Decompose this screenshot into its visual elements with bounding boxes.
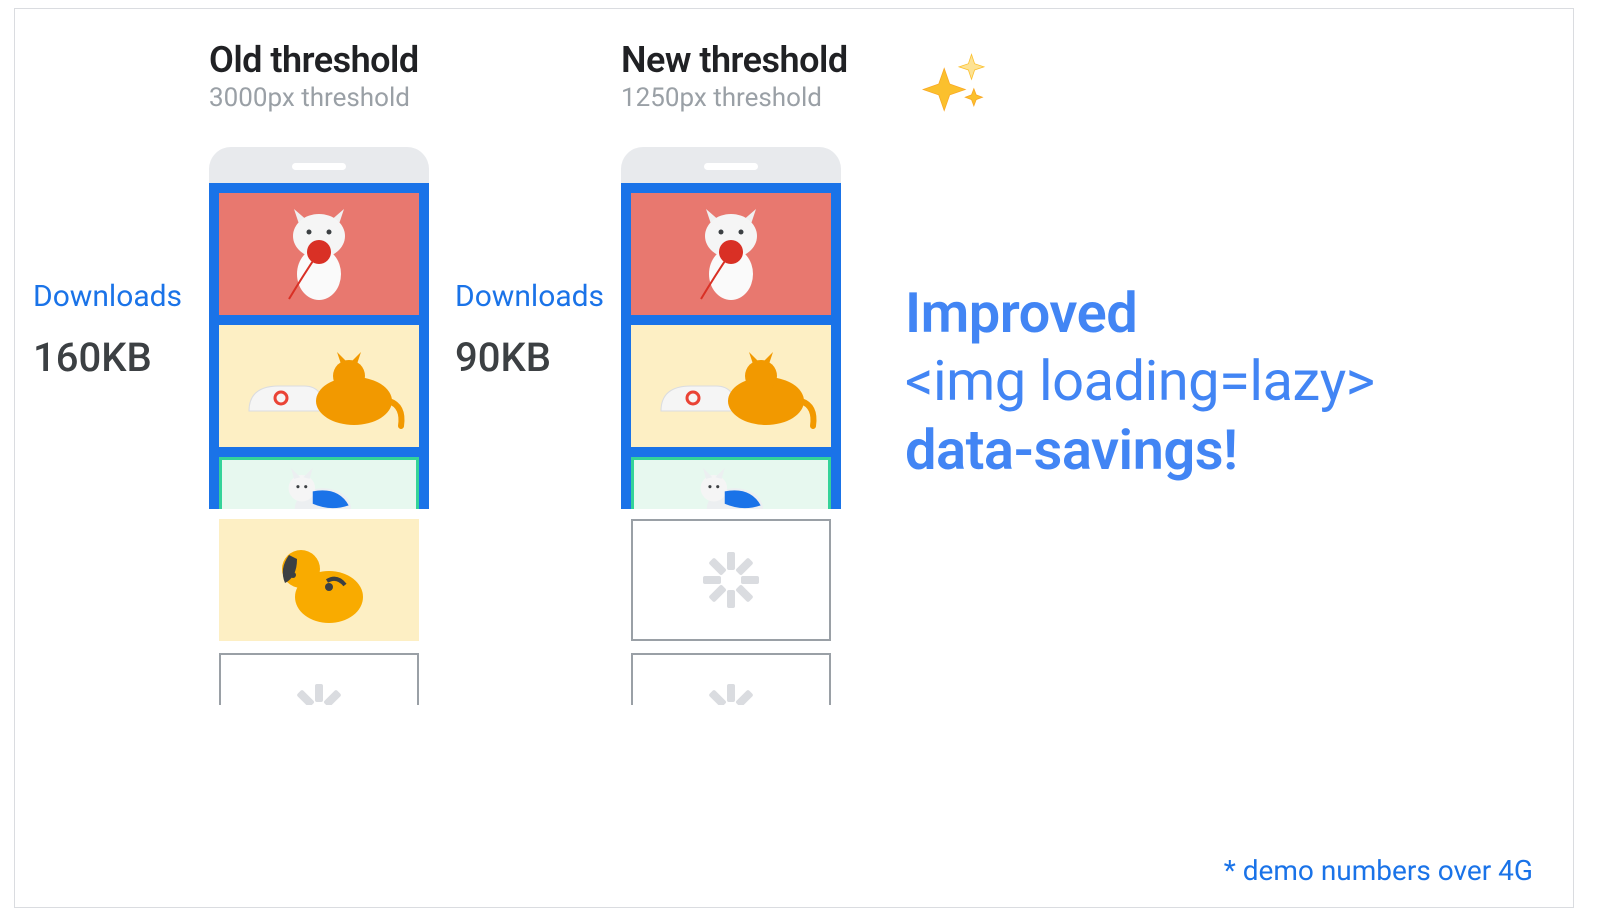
- new-threshold-title: New threshold: [621, 39, 848, 81]
- image-tile-dog: [219, 519, 419, 641]
- downloads-label: Downloads: [455, 279, 604, 314]
- loading-spinner-icon: [703, 684, 759, 705]
- phone-bezel: [209, 147, 429, 183]
- image-tile-cat-cape: [631, 457, 831, 509]
- image-tile-cat-yarn: [631, 193, 831, 315]
- sparkle-icon: [913, 45, 991, 127]
- new-metrics: Downloads 90KB: [441, 39, 621, 705]
- old-metrics: Downloads 160KB: [19, 39, 209, 705]
- phone-viewport: [209, 183, 429, 509]
- loading-spinner-icon: [703, 552, 759, 608]
- old-threshold-subtitle: 3000px threshold: [209, 83, 419, 113]
- headline-line-3: data-savings!: [905, 416, 1585, 484]
- headline: Improved <img loading=lazy> data-savings…: [905, 279, 1585, 484]
- image-tile-placeholder: [631, 653, 831, 705]
- old-threshold-header: Old threshold 3000px threshold: [209, 39, 419, 129]
- downloads-size: 160KB: [33, 334, 182, 381]
- phone-new: [621, 147, 841, 705]
- image-tile-cat-yarn: [219, 193, 419, 315]
- phone-old: [209, 147, 429, 705]
- image-tile-cat-sneaker: [631, 325, 831, 447]
- downloads-label: Downloads: [33, 279, 182, 314]
- new-threshold-header: New threshold 1250px threshold: [621, 39, 848, 129]
- phone-viewport: [621, 183, 841, 509]
- image-tile-cat-cape: [219, 457, 419, 509]
- footnote: * demo numbers over 4G: [1224, 854, 1533, 887]
- downloads-size: 90KB: [455, 334, 604, 381]
- diagram-canvas: Downloads 160KB Old threshold 3000px thr…: [14, 8, 1574, 908]
- loading-spinner-icon: [291, 684, 347, 705]
- image-tile-placeholder: [219, 653, 419, 705]
- phone-bezel: [621, 147, 841, 183]
- headline-line-2: <img loading=lazy>: [905, 347, 1585, 415]
- new-threshold-subtitle: 1250px threshold: [621, 83, 848, 113]
- image-tile-cat-sneaker: [219, 325, 419, 447]
- image-tile-placeholder: [631, 519, 831, 641]
- headline-line-1: Improved: [905, 279, 1585, 347]
- old-threshold-title: Old threshold: [209, 39, 419, 81]
